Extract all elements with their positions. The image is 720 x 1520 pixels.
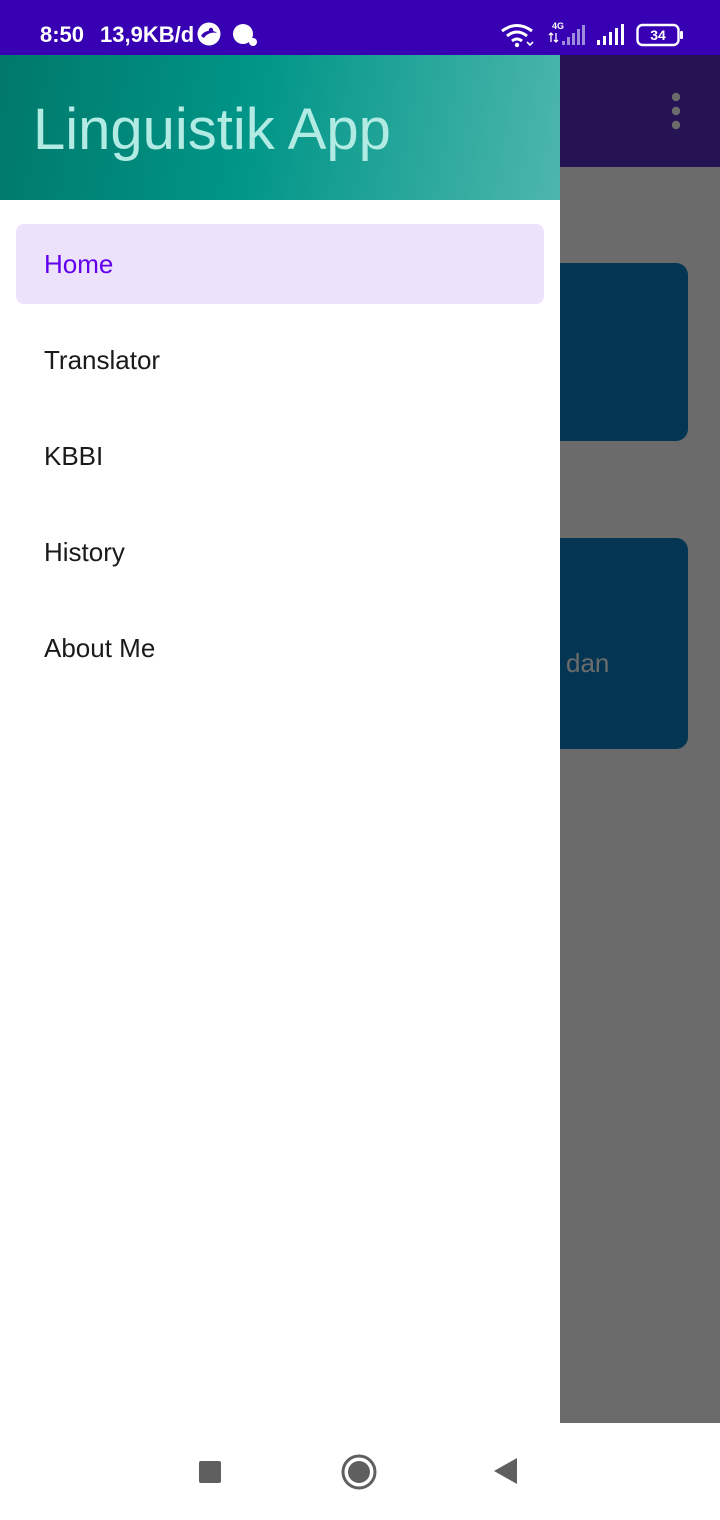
system-nav-bar (0, 1423, 720, 1520)
menu-item-translator[interactable]: Translator (16, 320, 544, 400)
back-icon[interactable] (490, 1455, 520, 1487)
menu-item-label: Home (44, 249, 114, 279)
4g-signal-icon: 4G (548, 21, 585, 45)
home-icon[interactable] (340, 1453, 378, 1491)
menu-item-label: KBBI (44, 441, 104, 471)
app-title: Linguistik App (33, 97, 391, 162)
status-bar: 8:50 13,9KB/d 4G 34 (0, 0, 720, 55)
menu-item-label: About Me (44, 633, 156, 663)
app-notification-icon (197, 22, 221, 46)
svg-text:4G: 4G (552, 21, 564, 31)
drawer-header: Linguistik App (0, 55, 560, 200)
recents-icon[interactable] (196, 1458, 224, 1486)
battery-level: 34 (650, 27, 666, 43)
menu-item-kbbi[interactable]: KBBI (16, 416, 544, 496)
cell-signal-icon (597, 24, 624, 45)
menu-item-label: History (44, 537, 125, 567)
status-time: 8:50 (40, 22, 85, 47)
chat-bubble-icon (233, 24, 257, 46)
navigation-drawer: Linguistik App Home Translator KBBI Hist… (0, 55, 560, 1423)
network-speed: 13,9KB/d (100, 22, 195, 47)
phone-screen: 8:50 13,9KB/d 4G 34 Linguistik App Home … (0, 0, 720, 1520)
menu-item-about-me[interactable]: About Me (16, 608, 544, 688)
menu-item-label: Translator (44, 345, 161, 375)
menu-item-history[interactable]: History (16, 512, 544, 592)
menu-item-home[interactable]: Home (16, 224, 544, 304)
wifi-icon (501, 24, 534, 48)
